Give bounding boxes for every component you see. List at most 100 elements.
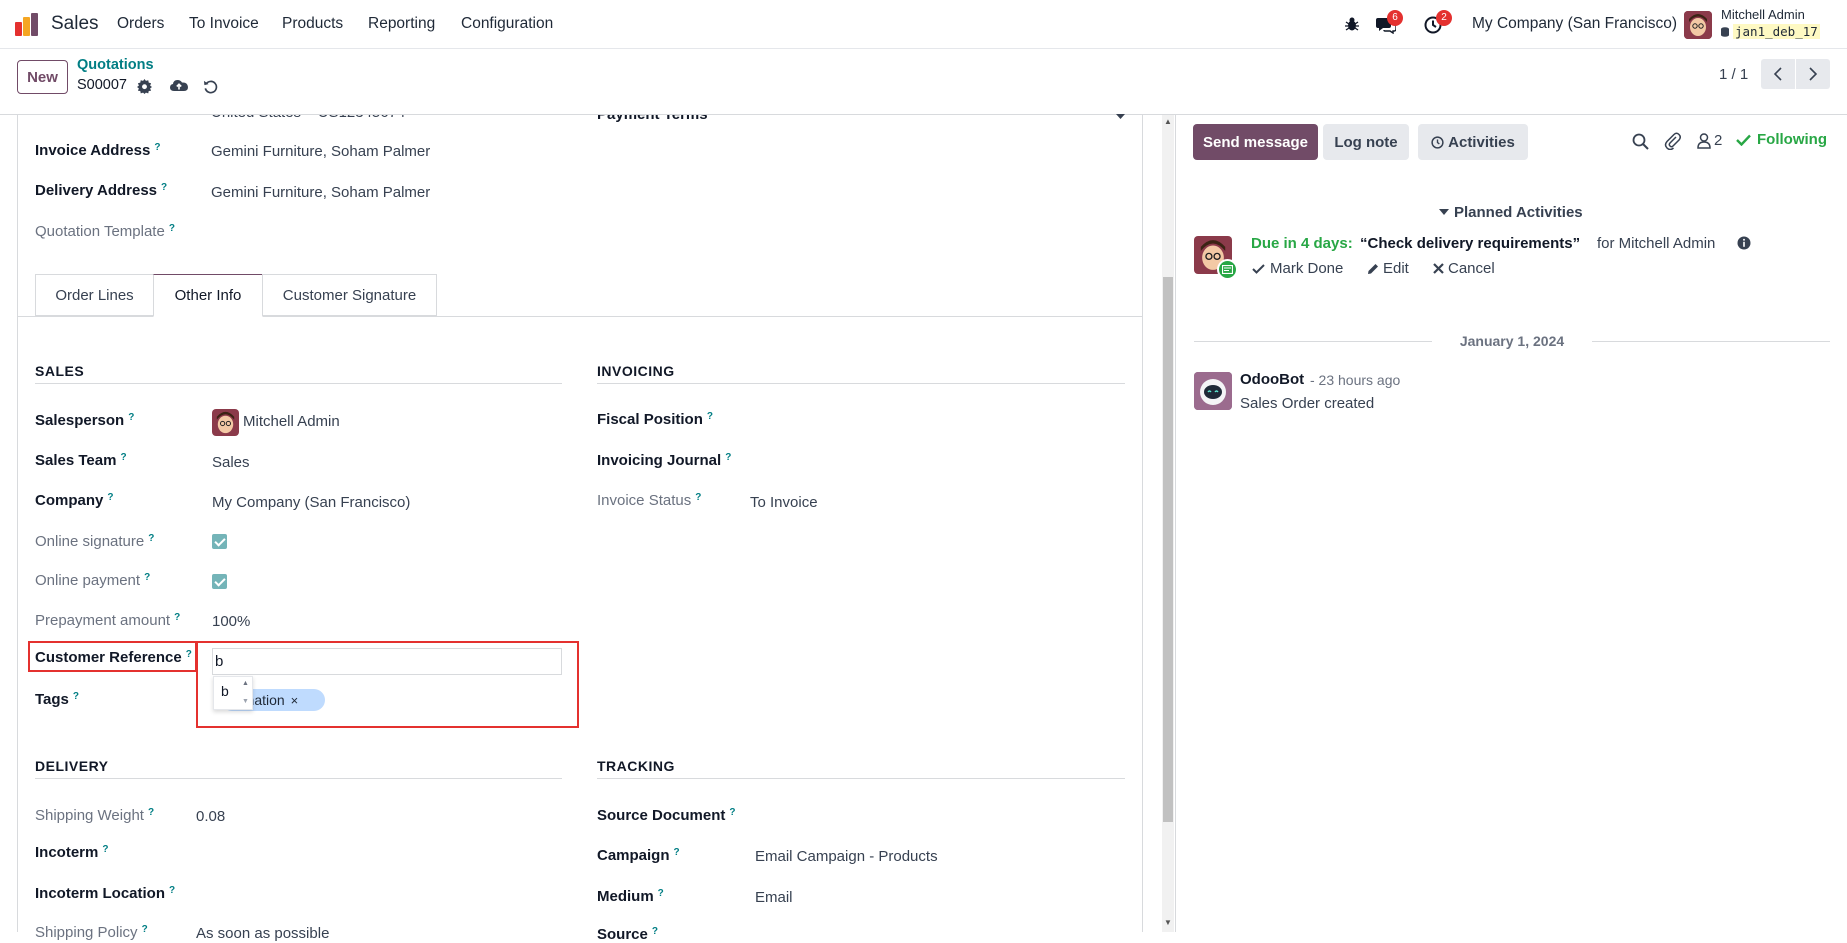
caret-down-icon[interactable]: [1116, 114, 1125, 120]
payment-terms-field[interactable]: [740, 114, 1126, 115]
tab-customer-signature[interactable]: Customer Signature: [262, 274, 437, 316]
menu-to-invoice[interactable]: To Invoice: [189, 15, 259, 33]
sales-team-value[interactable]: Sales: [212, 454, 250, 471]
delivery-address-value[interactable]: Gemini Furniture, Soham Palmer: [211, 184, 430, 201]
following-button[interactable]: Following: [1736, 131, 1827, 148]
breadcrumb-quotations[interactable]: Quotations: [77, 57, 154, 73]
scroll-down-arrow-icon[interactable]: ▼: [242, 698, 249, 705]
shipping-policy-value[interactable]: As soon as possible: [196, 925, 329, 942]
send-message-button[interactable]: Send message: [1193, 124, 1318, 160]
salesperson-label: Salesperson?: [35, 412, 135, 429]
date-separator-line-right: [1592, 341, 1830, 342]
menu-reporting[interactable]: Reporting: [368, 15, 435, 33]
edit-activity-button[interactable]: Edit: [1367, 260, 1409, 277]
user-avatar[interactable]: [1684, 11, 1712, 39]
campaign-label: Campaign?: [597, 847, 680, 864]
delivery-section-title: DELIVERY: [35, 758, 109, 774]
online-signature-checkbox[interactable]: [212, 534, 227, 549]
quotation-template-label: Quotation Template?: [35, 223, 175, 240]
fiscal-position-label: Fiscal Position?: [597, 411, 713, 428]
record-name: S00007: [77, 77, 127, 93]
sales-section-divider: [35, 383, 562, 384]
search-icon[interactable]: [1632, 133, 1649, 150]
form-scrollbar[interactable]: ▲ ▼: [1162, 115, 1174, 932]
shipping-policy-label: Shipping Policy?: [35, 924, 148, 941]
main-navbar: Sales Orders To Invoice Products Reporti…: [0, 0, 1847, 49]
invoicing-section-divider: [597, 383, 1125, 384]
activities-button[interactable]: Activities: [1418, 124, 1528, 160]
tracking-section-title: TRACKING: [597, 758, 675, 774]
menu-products[interactable]: Products: [282, 15, 343, 33]
mark-done-button[interactable]: Mark Done: [1252, 260, 1343, 277]
user-icon: [1697, 132, 1711, 149]
pager-previous-button[interactable]: [1761, 59, 1795, 89]
log-note-button[interactable]: Log note: [1323, 124, 1409, 160]
mark-done-label: Mark Done: [1270, 260, 1344, 277]
edit-label: Edit: [1383, 260, 1409, 277]
user-name[interactable]: Mitchell Admin: [1721, 7, 1805, 22]
caret-down-icon: [1439, 208, 1449, 215]
save-cloud-icon[interactable]: [170, 78, 188, 94]
followers-count: 2: [1714, 132, 1723, 149]
customer-reference-label: Customer Reference?: [35, 649, 192, 666]
invoice-address-label: Invoice Address?: [35, 142, 161, 159]
delivery-address-label: Delivery Address?: [35, 182, 168, 199]
online-payment-checkbox[interactable]: [212, 574, 227, 589]
prepayment-amount-value[interactable]: 100%: [212, 613, 250, 630]
menu-configuration[interactable]: Configuration: [461, 15, 553, 33]
medium-value[interactable]: Email: [755, 889, 793, 906]
check-icon: [1736, 134, 1751, 146]
company-value[interactable]: My Company (San Francisco): [212, 494, 410, 511]
activity-assignee: for Mitchell Admin: [1597, 235, 1716, 252]
invoicing-section-title: INVOICING: [597, 363, 675, 379]
campaign-value[interactable]: Email Campaign - Products: [755, 848, 938, 865]
prepayment-amount-label: Prepayment amount?: [35, 612, 181, 629]
control-panel: New Quotations S00007 1 / 1: [0, 49, 1847, 115]
sales-section-title: SALES: [35, 363, 85, 379]
salesperson-value[interactable]: Mitchell Admin: [243, 413, 340, 430]
salesperson-avatar: [212, 409, 239, 436]
activities-badge: 2: [1436, 10, 1452, 26]
invoice-address-value[interactable]: Gemini Furniture, Soham Palmer: [211, 143, 430, 160]
info-icon[interactable]: [1737, 236, 1751, 250]
tab-other-info[interactable]: Other Info: [153, 274, 263, 317]
autocomplete-option[interactable]: b: [221, 683, 229, 699]
form-sheet: [17, 115, 1143, 932]
app-name[interactable]: Sales: [51, 13, 99, 35]
tab-order-lines[interactable]: Order Lines: [35, 274, 154, 316]
pager-value[interactable]: 1 / 1: [1719, 66, 1748, 83]
activity-type-icon: [1217, 259, 1238, 280]
clock-icon: [1431, 135, 1444, 149]
menu-orders[interactable]: Orders: [117, 15, 164, 33]
tag-remove-icon[interactable]: ×: [291, 693, 299, 708]
planned-activities-label: Planned Activities: [1454, 204, 1583, 221]
planned-activities-toggle[interactable]: Planned Activities: [1439, 204, 1583, 221]
incoterm-label: Incoterm?: [35, 844, 109, 861]
bug-icon[interactable]: [1344, 16, 1360, 32]
paperclip-icon[interactable]: [1664, 132, 1681, 150]
odoobot-avatar: [1194, 372, 1232, 410]
scroll-up-arrow-icon[interactable]: ▲: [242, 680, 249, 687]
cancel-label: Cancel: [1448, 260, 1495, 277]
cancel-activity-button[interactable]: Cancel: [1433, 260, 1495, 277]
scroll-up-arrow-icon[interactable]: ▲: [1164, 117, 1172, 126]
scroll-down-arrow-icon[interactable]: ▼: [1164, 918, 1172, 927]
invoice-status-value: To Invoice: [750, 494, 818, 511]
shipping-weight-value: 0.08: [196, 808, 226, 825]
following-label: Following: [1757, 131, 1827, 148]
activity-due: Due in 4 days:: [1251, 235, 1353, 252]
check-icon: [1252, 263, 1265, 274]
pager-next-button[interactable]: [1796, 59, 1830, 89]
gear-icon[interactable]: [137, 79, 152, 94]
followers-button[interactable]: 2: [1697, 132, 1722, 149]
date-separator: January 1, 2024: [1459, 333, 1565, 349]
message-author[interactable]: OdooBot: [1240, 371, 1304, 388]
customer-reference-input[interactable]: [212, 648, 562, 675]
discard-undo-icon[interactable]: [203, 79, 218, 94]
odoo-app-icon[interactable]: [14, 12, 40, 38]
chevron-right-icon: [1809, 67, 1818, 81]
pencil-icon: [1368, 263, 1378, 274]
company-switcher[interactable]: My Company (San Francisco): [1472, 15, 1677, 33]
scrollbar-thumb[interactable]: [1163, 277, 1173, 822]
new-button[interactable]: New: [17, 60, 68, 94]
